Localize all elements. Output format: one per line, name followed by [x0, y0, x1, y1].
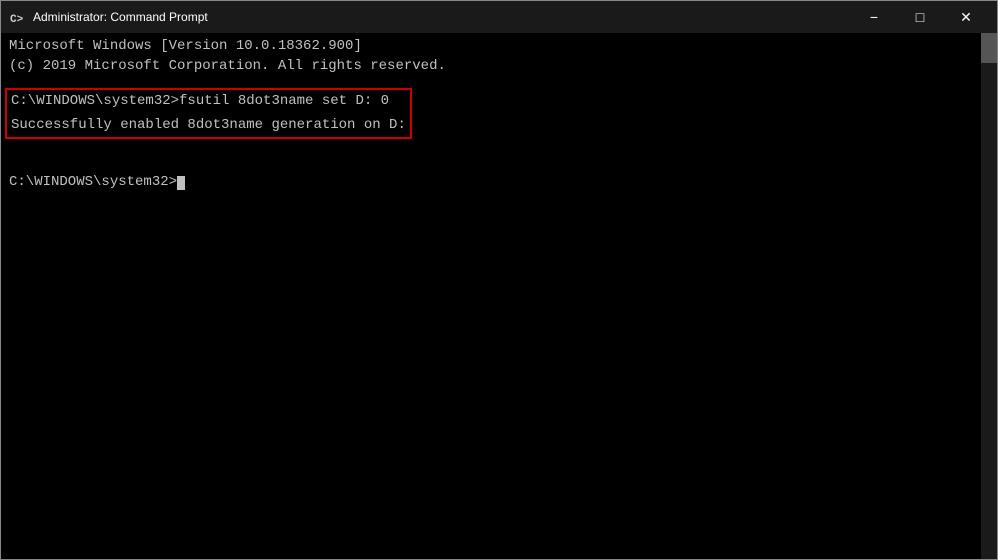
terminal-line1: Microsoft Windows [Version 10.0.18362.90…	[9, 37, 989, 57]
scrollbar-thumb[interactable]	[981, 33, 997, 63]
minimize-button[interactable]: −	[851, 1, 897, 33]
window-title: Administrator: Command Prompt	[33, 10, 851, 24]
terminal-area[interactable]: Microsoft Windows [Version 10.0.18362.90…	[1, 33, 997, 559]
terminal-line2: (c) 2019 Microsoft Corporation. All righ…	[9, 57, 989, 77]
command-output-line: Successfully enabled 8dot3name generatio…	[7, 114, 410, 138]
cursor	[177, 176, 185, 190]
terminal-line3	[9, 76, 989, 96]
maximize-button[interactable]: □	[897, 1, 943, 33]
scrollbar[interactable]	[981, 33, 997, 559]
terminal-blank-line	[9, 154, 989, 174]
close-button[interactable]: ✕	[943, 1, 989, 33]
svg-text:C>: C>	[10, 14, 24, 25]
cmd-icon: C>	[9, 9, 25, 25]
window: C> Administrator: Command Prompt − □ ✕ M…	[0, 0, 998, 560]
terminal-prompt-line: C:\WINDOWS\system32>	[9, 173, 989, 193]
title-bar: C> Administrator: Command Prompt − □ ✕	[1, 1, 997, 33]
prompt-text: C:\WINDOWS\system32>	[9, 174, 177, 190]
window-controls: − □ ✕	[851, 1, 989, 33]
